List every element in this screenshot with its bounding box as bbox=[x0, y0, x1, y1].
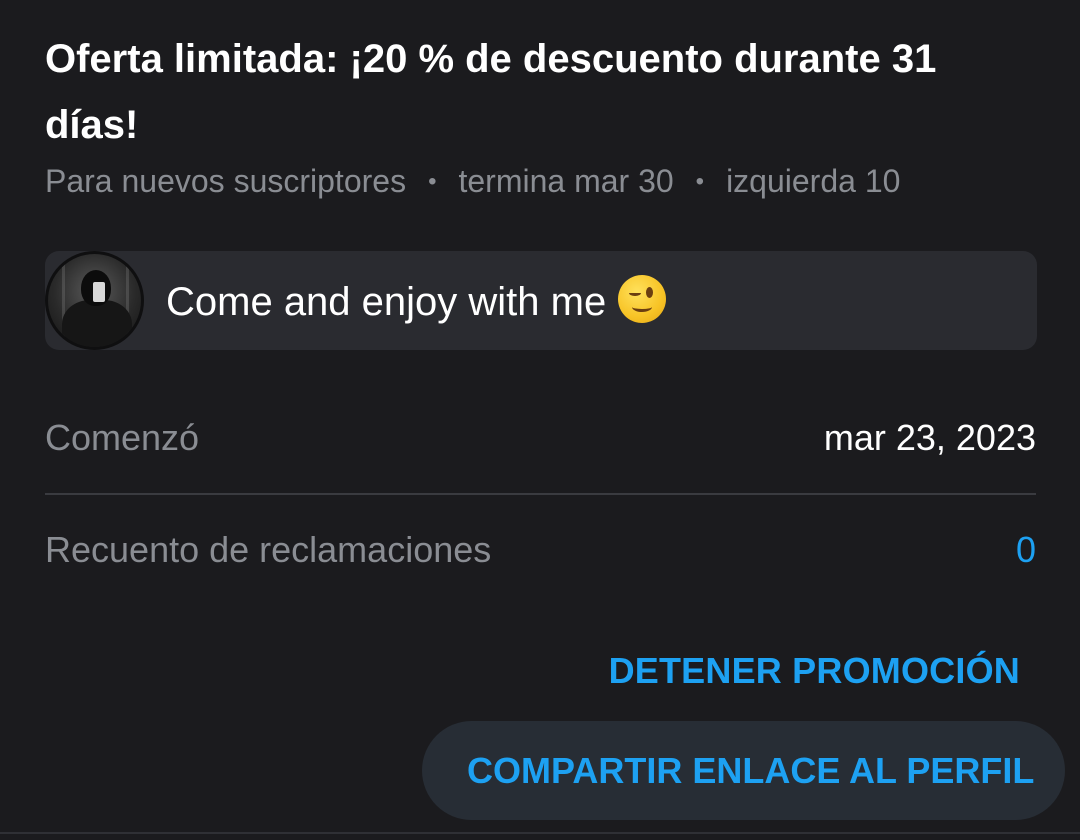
started-value: mar 23, 2023 bbox=[823, 417, 1036, 458]
promotion-message: Come and enjoy with me bbox=[45, 251, 1037, 350]
divider bbox=[45, 493, 1036, 495]
avatar[interactable] bbox=[45, 251, 144, 350]
promotion-end-date: termina mar 30 bbox=[458, 163, 674, 199]
promotion-audience: Para nuevos suscriptores bbox=[45, 163, 407, 199]
started-row: Comenzó mar 23, 2023 bbox=[45, 415, 1036, 461]
message-text: Come and enjoy with me bbox=[166, 280, 607, 324]
meta-separator: • bbox=[428, 168, 437, 195]
message-text-line: Come and enjoy with me bbox=[166, 275, 667, 328]
promotion-remaining: izquierda 10 bbox=[726, 163, 901, 199]
claims-label: Recuento de reclamaciones bbox=[45, 529, 492, 570]
winking-face-emoji-icon bbox=[618, 275, 667, 323]
promotion-meta: Para nuevos suscriptores • termina mar 30 •… bbox=[45, 160, 900, 203]
share-profile-link-button[interactable]: COMPARTIR ENLACE AL PERFIL bbox=[422, 721, 1065, 820]
stop-promotion-button[interactable]: DETENER PROMOCIÓN bbox=[609, 644, 1020, 698]
started-label: Comenzó bbox=[45, 417, 200, 458]
promotion-title: Oferta limitada: ¡20 % de descuento dura… bbox=[45, 37, 937, 147]
claims-row: Recuento de reclamaciones 0 bbox=[45, 527, 1036, 573]
meta-separator: • bbox=[695, 168, 705, 195]
claims-count[interactable]: 0 bbox=[1016, 527, 1036, 573]
bottom-divider bbox=[0, 832, 1080, 834]
